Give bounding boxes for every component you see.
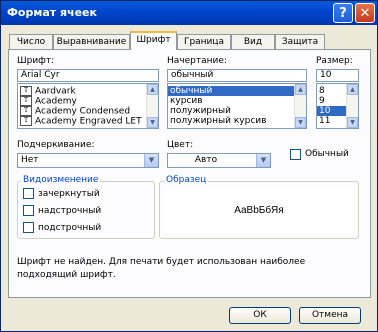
- effects-title: Видоизменение: [21, 175, 101, 185]
- tab-view[interactable]: Вид: [231, 34, 275, 49]
- strikethrough-checkbox[interactable]: [23, 188, 34, 199]
- format-cells-dialog: Формат ячеек ? ✕ Число Выравнивание Шриф…: [0, 0, 378, 332]
- underline-value: Нет: [21, 155, 39, 165]
- font-size-input[interactable]: 10: [316, 69, 359, 82]
- title-bar[interactable]: Формат ячеек ? ✕: [1, 1, 377, 25]
- close-icon: ✕: [359, 6, 371, 21]
- truetype-font-icon: T: [20, 106, 32, 116]
- underline-label: Подчеркивание:: [17, 140, 95, 150]
- scroll-up-icon[interactable]: ▲: [147, 84, 158, 95]
- list-item[interactable]: полужирный: [168, 106, 306, 116]
- strikethrough-label: зачеркнутый: [38, 189, 100, 199]
- font-label: Шрифт:: [17, 56, 55, 66]
- preview-title: Образец: [164, 175, 209, 185]
- superscript-checkbox[interactable]: [23, 205, 34, 216]
- font-list-scrollbar[interactable]: ▲ ▼: [146, 84, 158, 128]
- scroll-down-icon[interactable]: ▼: [295, 117, 306, 128]
- scroll-down-icon[interactable]: ▼: [147, 117, 158, 128]
- font-tab-panel: Шрифт: Arial Cyr T Aardvark T Academy T Aca…: [8, 49, 371, 298]
- font-style-list[interactable]: обычный курсив полужирный полужирный кур…: [167, 83, 307, 129]
- color-select[interactable]: Авто ▼: [167, 153, 271, 168]
- list-item[interactable]: 10: [317, 106, 347, 116]
- chevron-down-icon[interactable]: ▼: [256, 154, 270, 167]
- list-item[interactable]: курсив: [168, 96, 306, 106]
- list-item[interactable]: T Aardvark: [18, 86, 158, 97]
- scroll-down-icon[interactable]: ▼: [347, 117, 358, 128]
- tab-font[interactable]: Шрифт: [130, 31, 177, 50]
- close-button[interactable]: ✕: [355, 3, 375, 23]
- normal-font-label: Обычный: [305, 149, 349, 159]
- chevron-down-icon[interactable]: ▼: [144, 154, 158, 167]
- style-label: Начертание:: [167, 56, 227, 66]
- help-button[interactable]: ?: [333, 3, 353, 23]
- size-list-scrollbar[interactable]: ▲ ▼: [346, 84, 358, 128]
- truetype-font-icon: T: [20, 86, 32, 96]
- truetype-font-icon: T: [20, 116, 32, 126]
- font-name-input[interactable]: Arial Cyr: [17, 69, 159, 82]
- color-label: Цвет:: [167, 140, 194, 150]
- normal-font-checkbox[interactable]: [290, 149, 301, 160]
- size-label: Размер:: [316, 56, 353, 66]
- tab-protection[interactable]: Защита: [275, 34, 325, 49]
- tab-border[interactable]: Граница: [177, 34, 231, 49]
- font-list[interactable]: T Aardvark T Academy T Academy Condensed TA…: [17, 83, 159, 129]
- font-size-list[interactable]: 8 9 10 11 ▲ ▼: [316, 83, 359, 129]
- window-title: Формат ячеек: [7, 6, 97, 19]
- help-icon: ?: [339, 6, 347, 21]
- list-item[interactable]: полужирный курсив: [168, 116, 306, 126]
- subscript-checkbox[interactable]: [23, 222, 34, 233]
- style-list-scrollbar[interactable]: ▲ ▼: [294, 84, 306, 128]
- preview-sample: AaBbБбЯя: [164, 188, 354, 234]
- tab-number[interactable]: Число: [9, 34, 53, 49]
- list-item[interactable]: T Academy Condensed: [18, 106, 158, 117]
- color-value: Авто: [194, 155, 218, 165]
- ok-button[interactable]: ОК: [229, 307, 291, 324]
- font-style-input[interactable]: обычный: [167, 69, 307, 82]
- list-item[interactable]: обычный: [168, 86, 306, 96]
- scroll-up-icon[interactable]: ▲: [347, 84, 358, 95]
- cancel-button[interactable]: Отмена: [299, 307, 361, 324]
- truetype-font-icon: T: [20, 96, 32, 106]
- superscript-label: надстрочный: [38, 206, 102, 216]
- subscript-label: подстрочный: [38, 223, 102, 233]
- list-item[interactable]: T Academy Engraved LET: [18, 116, 158, 127]
- tab-alignment[interactable]: Выравнивание: [53, 34, 130, 49]
- underline-select[interactable]: Нет ▼: [17, 153, 159, 168]
- list-item[interactable]: T Academy: [18, 96, 158, 107]
- info-text: Шрифт не найден. Для печати будет исполь…: [17, 257, 306, 280]
- scroll-up-icon[interactable]: ▲: [295, 84, 306, 95]
